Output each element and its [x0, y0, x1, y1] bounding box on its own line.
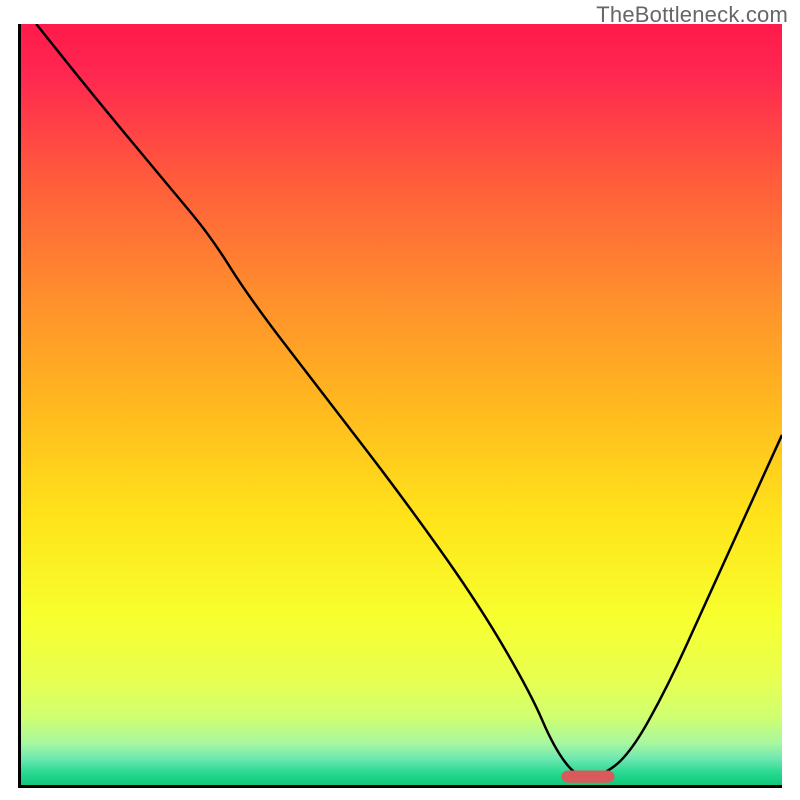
gradient-background: [21, 24, 782, 785]
optimal-range-marker: [561, 771, 614, 783]
watermark-text: TheBottleneck.com: [596, 2, 788, 28]
plot-svg: [21, 24, 782, 785]
chart-frame: TheBottleneck.com: [0, 0, 800, 800]
plot-area: [18, 24, 782, 788]
